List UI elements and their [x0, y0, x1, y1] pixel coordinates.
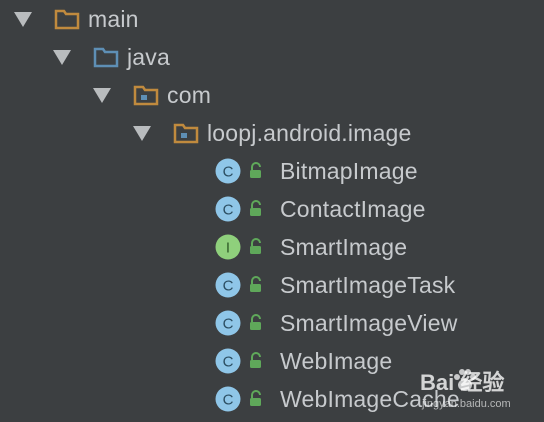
tree-node-loopj-android-image[interactable]: loopj.android.image: [0, 114, 544, 152]
package-icon: [133, 85, 159, 106]
tree-node-java[interactable]: java: [0, 38, 544, 76]
svg-text:C: C: [223, 354, 234, 371]
svg-text:C: C: [223, 164, 234, 181]
project-tree: main java com loopj.android.image C Bitm…: [0, 0, 544, 422]
lock-icon: [250, 352, 261, 368]
tree-node-smartimagetask[interactable]: C SmartImageTask: [0, 266, 544, 304]
tree-node-contactimage[interactable]: C ContactImage: [0, 190, 544, 228]
tree-node-label: WebImageCache: [280, 385, 460, 412]
package-icon: [173, 123, 199, 144]
tree-node-label: BitmapImage: [280, 157, 418, 184]
tree-node-label: com: [167, 81, 212, 108]
tree-node-smartimageview[interactable]: C SmartImageView: [0, 304, 544, 342]
tree-node-label: ContactImage: [280, 195, 426, 222]
source-folder-icon: [93, 47, 119, 68]
class-icon: C: [215, 348, 241, 374]
expand-arrow-icon[interactable]: [93, 87, 111, 103]
tree-node-webimage[interactable]: C WebImage: [0, 342, 544, 380]
tree-node-label: SmartImageView: [280, 309, 458, 336]
expand-arrow-icon[interactable]: [53, 49, 71, 65]
tree-node-webimagecache[interactable]: C WebImageCache: [0, 380, 544, 418]
folder-icon: [54, 9, 80, 30]
expand-arrow-icon[interactable]: [14, 11, 32, 27]
class-icon: C: [215, 196, 241, 222]
tree-node-label: main: [88, 5, 139, 32]
lock-icon: [250, 200, 261, 216]
tree-node-smartimage[interactable]: I SmartImage: [0, 228, 544, 266]
tree-node-label: WebImage: [280, 347, 393, 374]
expand-arrow-icon[interactable]: [133, 125, 151, 141]
svg-text:C: C: [223, 202, 234, 219]
interface-icon: I: [215, 234, 241, 260]
class-icon: C: [215, 310, 241, 336]
lock-icon: [250, 238, 261, 254]
svg-text:I: I: [226, 240, 230, 257]
lock-icon: [250, 276, 261, 292]
svg-text:C: C: [223, 316, 234, 333]
lock-icon: [250, 390, 261, 406]
tree-node-main[interactable]: main: [0, 0, 544, 38]
svg-text:C: C: [223, 278, 234, 295]
tree-node-com[interactable]: com: [0, 76, 544, 114]
lock-icon: [250, 314, 261, 330]
tree-node-label: SmartImageTask: [280, 271, 456, 298]
class-icon: C: [215, 158, 241, 184]
tree-node-label: loopj.android.image: [207, 119, 412, 146]
tree-node-label: java: [127, 43, 170, 70]
tree-node-bitmapimage[interactable]: C BitmapImage: [0, 152, 544, 190]
lock-icon: [250, 162, 261, 178]
class-icon: C: [215, 386, 241, 412]
class-icon: C: [215, 272, 241, 298]
svg-text:C: C: [223, 392, 234, 409]
tree-node-label: SmartImage: [280, 233, 408, 260]
